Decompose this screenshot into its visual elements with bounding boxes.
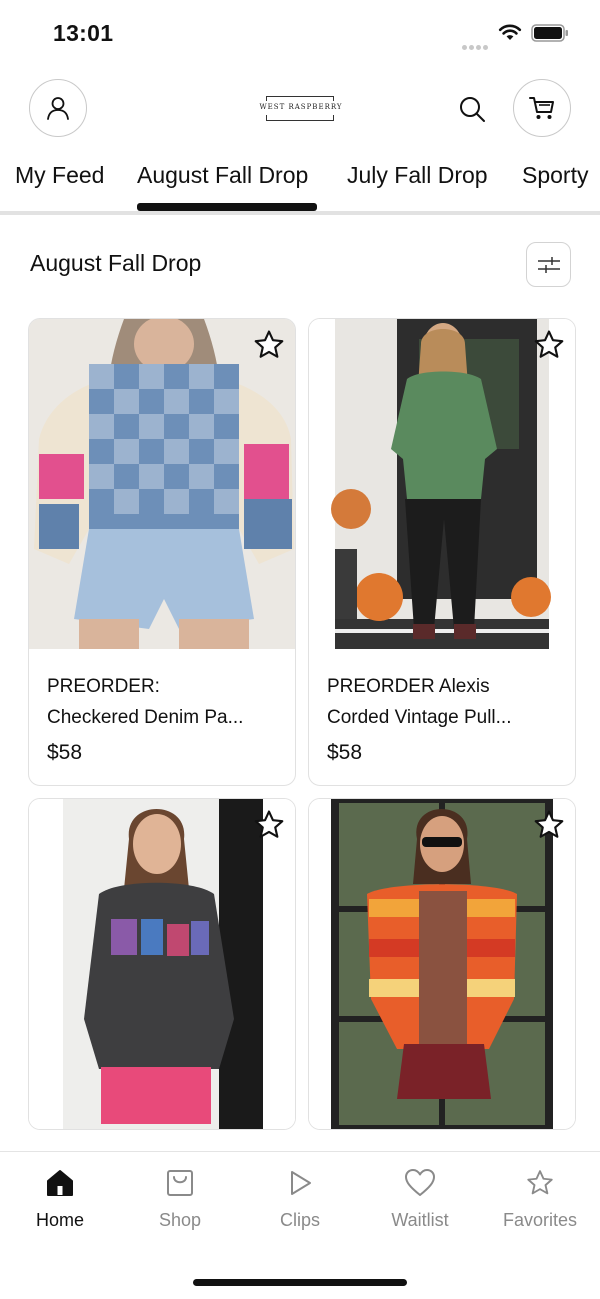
- brand-logo-text: WEST RASPBERRY: [259, 103, 343, 111]
- cart-icon: [529, 97, 554, 119]
- tab-august-fall-drop[interactable]: August Fall Drop: [137, 162, 308, 189]
- bottom-navigation: Home Shop Clips Waitlist Favorites: [0, 1151, 600, 1299]
- product-image[interactable]: [29, 319, 295, 649]
- favorite-star-icon[interactable]: [532, 328, 566, 362]
- product-info[interactable]: PREORDER Alexis Corded Vintage Pull... $…: [309, 649, 575, 785]
- search-icon[interactable]: [457, 94, 487, 124]
- product-image[interactable]: [309, 799, 575, 1129]
- product-photo: [29, 319, 295, 649]
- app-header: WEST RASPBERRY: [0, 66, 600, 150]
- heart-icon: [405, 1169, 435, 1196]
- nav-clips[interactable]: Clips: [250, 1168, 350, 1231]
- product-photo: [309, 799, 575, 1129]
- cart-button[interactable]: [513, 79, 571, 137]
- wifi-icon: [498, 24, 522, 40]
- product-price: $58: [327, 741, 363, 764]
- active-tab-indicator: [137, 203, 317, 211]
- nav-shop-label: Shop: [158, 1210, 202, 1230]
- product-photo: [29, 799, 295, 1129]
- product-name-line1: PREORDER:: [47, 676, 160, 697]
- favorite-star-icon[interactable]: [252, 808, 286, 842]
- account-button[interactable]: [29, 79, 87, 137]
- product-name-line2: Checkered Denim Pa...: [47, 707, 244, 728]
- product-image[interactable]: [309, 319, 575, 649]
- star-icon: [527, 1170, 553, 1195]
- product-card[interactable]: PREORDER: Checkered Denim Pa... $58: [28, 318, 296, 786]
- product-card[interactable]: PREORDER Alexis Corded Vintage Pull... $…: [308, 318, 576, 786]
- nav-waitlist-label: Waitlist: [391, 1210, 449, 1230]
- tab-july-fall-drop[interactable]: July Fall Drop: [347, 162, 488, 189]
- nav-favorites-label: Favorites: [502, 1210, 578, 1230]
- person-icon: [47, 97, 69, 120]
- favorite-star-icon[interactable]: [532, 808, 566, 842]
- product-name-line1: PREORDER Alexis: [327, 676, 490, 697]
- nav-clips-label: Clips: [279, 1210, 320, 1230]
- nav-waitlist[interactable]: Waitlist: [370, 1168, 470, 1231]
- status-time: 13:01: [53, 20, 114, 46]
- home-indicator[interactable]: [193, 1279, 407, 1286]
- product-image[interactable]: [29, 799, 295, 1129]
- product-photo: [309, 319, 575, 649]
- tab-sporty[interactable]: Sporty: [522, 162, 588, 189]
- product-card[interactable]: [28, 798, 296, 1130]
- home-icon: [47, 1170, 73, 1196]
- nav-favorites[interactable]: Favorites: [490, 1168, 590, 1231]
- product-price: $58: [47, 741, 83, 764]
- nav-shop[interactable]: Shop: [130, 1168, 230, 1231]
- favorite-star-icon[interactable]: [252, 328, 286, 362]
- product-card[interactable]: [308, 798, 576, 1130]
- tab-my-feed[interactable]: My Feed: [15, 162, 104, 189]
- section-title: August Fall Drop: [30, 250, 202, 276]
- battery-icon: [531, 24, 568, 42]
- filter-button[interactable]: [526, 242, 571, 287]
- nav-home-label: Home: [35, 1210, 84, 1230]
- status-bar: 13:01: [0, 0, 600, 66]
- sliders-icon: [537, 256, 560, 273]
- product-info[interactable]: PREORDER: Checkered Denim Pa... $58: [29, 649, 295, 785]
- product-name-line2: Corded Vintage Pull...: [327, 707, 512, 728]
- tabs-divider: [0, 211, 600, 215]
- play-icon: [291, 1171, 311, 1195]
- shopping-bag-icon: [167, 1170, 193, 1196]
- nav-home[interactable]: Home: [10, 1168, 110, 1231]
- category-tabs: My Feed August Fall Drop July Fall Drop …: [0, 150, 600, 216]
- signal-dots-icon: [462, 37, 490, 50]
- brand-logo[interactable]: WEST RASPBERRY: [258, 92, 344, 124]
